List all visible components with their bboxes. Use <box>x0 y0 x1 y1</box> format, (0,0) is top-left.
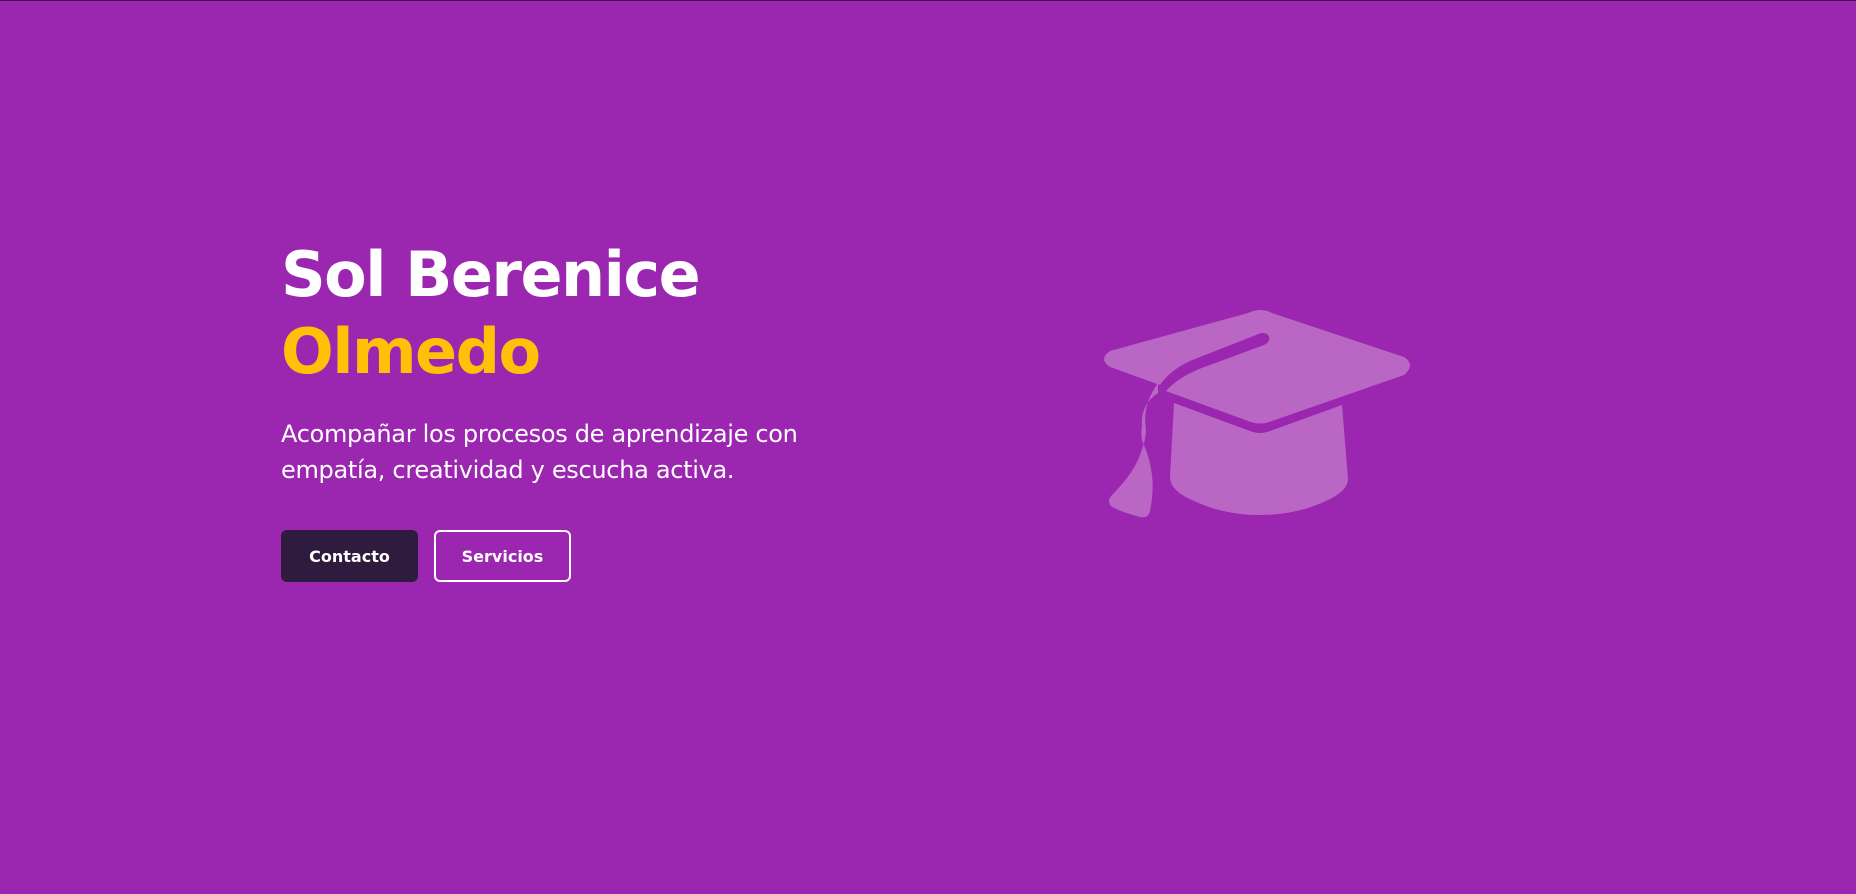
hero-tagline: Acompañar los procesos de aprendizaje co… <box>281 420 798 484</box>
services-button[interactable]: Servicios <box>434 530 571 582</box>
graduation-cap-icon <box>1100 305 1420 529</box>
top-border <box>0 0 1856 1</box>
hero-name-first: Sol Berenice <box>281 238 701 311</box>
hero-section: Sol Berenice Olmedo Acompañar los proces… <box>281 236 901 582</box>
hero-actions: Contacto Servicios <box>281 530 901 582</box>
hero-title: Sol Berenice Olmedo <box>281 236 901 390</box>
hero-name-last: Olmedo <box>281 315 541 388</box>
contact-button[interactable]: Contacto <box>281 530 418 582</box>
